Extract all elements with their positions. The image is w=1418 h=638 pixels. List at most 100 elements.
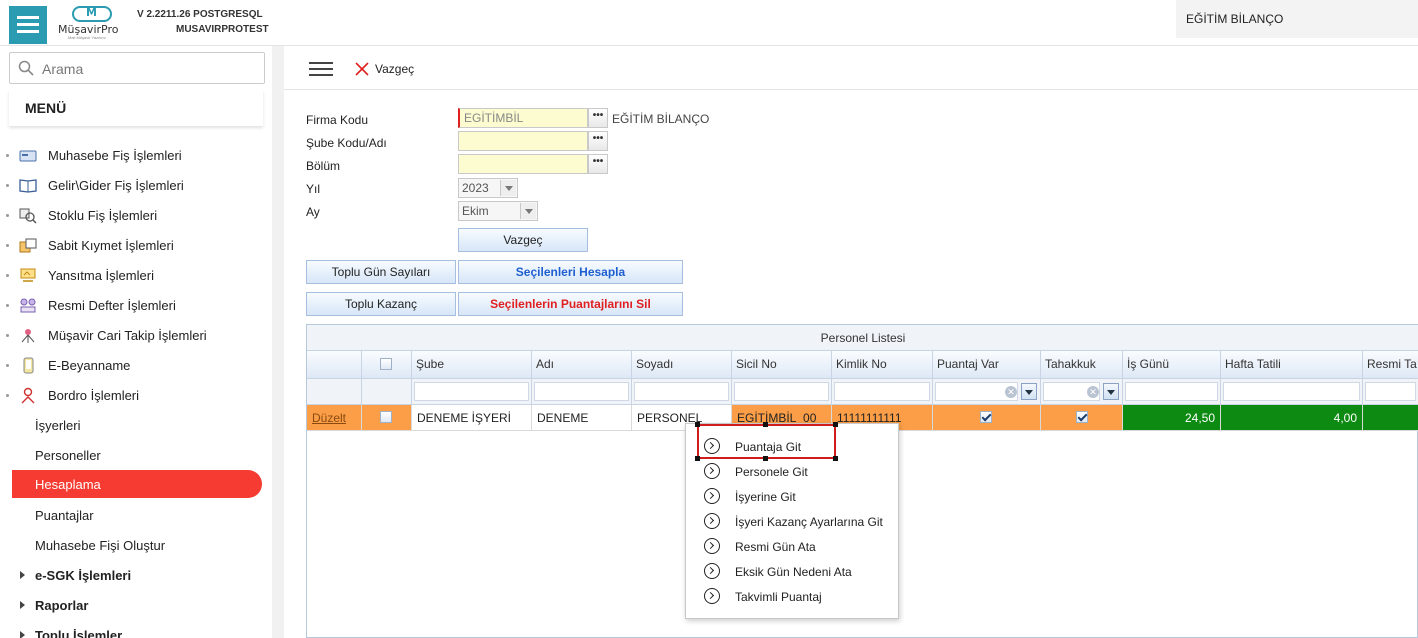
puantaj-var-checkbox[interactable] xyxy=(980,411,992,423)
search-input[interactable] xyxy=(42,59,252,79)
clear-filter-icon[interactable]: ✕ xyxy=(1005,386,1017,398)
ctx-item-personele-git[interactable]: Personele Git xyxy=(686,459,898,483)
sidebar-item-label: E-Beyanname xyxy=(48,358,131,373)
filter-dropdown-button[interactable] xyxy=(1021,383,1037,400)
grid-header-tahakkuk[interactable]: Tahakkuk xyxy=(1041,351,1123,379)
sidebar-group-raporlar[interactable]: Raporlar xyxy=(0,591,272,619)
filter-adi-input[interactable] xyxy=(534,382,629,401)
filter-soyadi-input[interactable] xyxy=(634,382,729,401)
ctx-item-isyeri-kazanc-ayarlari[interactable]: İşyeri Kazanç Ayarlarına Git xyxy=(686,509,898,533)
table-row-adi[interactable]: DENEME xyxy=(532,405,632,431)
sidebar-item-e-beyanname[interactable]: E-Beyanname xyxy=(0,352,272,380)
row-select-checkbox[interactable] xyxy=(380,411,392,423)
ctx-item-label: Personele Git xyxy=(735,465,808,479)
sidebar-subitem-personeller[interactable]: Personeller xyxy=(12,441,262,469)
grid-header-sicil-no[interactable]: Sicil No xyxy=(732,351,832,379)
sidebar-subitem-label: Hesaplama xyxy=(35,477,101,492)
network-icon xyxy=(21,329,35,343)
resize-handle xyxy=(833,422,838,427)
sidebar-group-toplu-islemler[interactable]: Toplu İşlemler xyxy=(0,621,272,638)
sidebar-item-muhasebe-fis[interactable]: Muhasebe Fiş İşlemleri xyxy=(0,142,272,170)
hamburger-icon-line xyxy=(17,30,39,33)
table-row-hafta-tatili[interactable]: 4,00 xyxy=(1221,405,1363,431)
sidebar-item-resmi-defter[interactable]: Resmi Defter İşlemleri xyxy=(0,292,272,320)
ay-select[interactable]: Ekim xyxy=(458,201,538,221)
filter-hafta-tatili-input[interactable] xyxy=(1223,382,1360,401)
sidebar-group-e-sgk[interactable]: e-SGK İşlemleri xyxy=(0,561,272,589)
secilenleri-hesapla-button[interactable]: Seçilenleri Hesapla xyxy=(458,260,683,284)
toplu-gun-sayilari-button[interactable]: Toplu Gün Sayıları xyxy=(306,260,456,284)
firma-kodu-lookup-button[interactable]: ••• xyxy=(588,108,608,128)
grid-header-sube[interactable]: Şube xyxy=(412,351,532,379)
bolum-lookup-button[interactable]: ••• xyxy=(588,154,608,174)
sidebar-item-bordro[interactable]: Bordro İşlemleri xyxy=(0,382,272,410)
ctx-item-eksik-gun-nedeni-ata[interactable]: Eksik Gün Nedeni Ata xyxy=(686,559,898,583)
grid-filter-adi xyxy=(532,379,632,405)
filter-sube-input[interactable] xyxy=(414,382,529,401)
sidebar-subitem-muhasebe-fisi-olustur[interactable]: Muhasebe Fişi Oluştur xyxy=(12,531,262,559)
version-label: V 2.2211.26 POSTGRESQL xyxy=(137,9,263,20)
duzelt-link[interactable]: Düzelt xyxy=(312,411,346,425)
firma-adi-text: EĞİTİM BİLANÇO xyxy=(612,112,710,126)
sube-lookup-button[interactable]: ••• xyxy=(588,131,608,151)
sube-label: Şube Kodu/Adı xyxy=(306,136,387,150)
caret-right-icon xyxy=(20,601,25,609)
grid-header-resmi-tatil[interactable]: Resmi Ta xyxy=(1363,351,1418,379)
secilenlerin-puantajlarini-sil-button[interactable]: Seçilenlerin Puantajlarını Sil xyxy=(458,292,683,316)
ctx-item-takvimli-puantaj[interactable]: Takvimli Puantaj xyxy=(686,584,898,608)
sidebar-item-gelir-gider[interactable]: Gelir\Gider Fiş İşlemleri xyxy=(0,172,272,200)
ctx-item-isyerine-git[interactable]: İşyerine Git xyxy=(686,484,898,508)
sidebar-item-stoklu-fis[interactable]: Stoklu Fiş İşlemleri xyxy=(0,202,272,230)
vazgec-button[interactable]: Vazgeç xyxy=(458,228,588,252)
resize-handle xyxy=(695,422,700,427)
sube-input[interactable] xyxy=(458,131,588,151)
firma-kodu-input[interactable]: EGİTİMBİL xyxy=(458,108,588,128)
sidebar-subitem-label: Puantajlar xyxy=(35,508,94,523)
sidebar-item-sabit-kiymet[interactable]: Sabit Kıymet İşlemleri xyxy=(0,232,272,260)
grid-filter-kimlik xyxy=(832,379,933,405)
table-row-sube[interactable]: DENEME İŞYERİ xyxy=(412,405,532,431)
grid-filter-edit xyxy=(307,379,362,405)
grid-header-puantaj-var[interactable]: Puantaj Var xyxy=(933,351,1041,379)
filter-kimlik-input[interactable] xyxy=(834,382,930,401)
sidebar-subitem-hesaplama[interactable]: Hesaplama xyxy=(12,470,262,498)
ay-value: Ekim xyxy=(462,204,489,218)
grid-header-soyadi[interactable]: Soyadı xyxy=(632,351,732,379)
filter-is-gunu-input[interactable] xyxy=(1125,382,1218,401)
yil-select[interactable]: 2023 xyxy=(458,178,518,198)
filter-sicil-input[interactable] xyxy=(734,382,829,401)
table-row-resmi-tatil[interactable] xyxy=(1363,405,1418,431)
sidebar-group-label: Raporlar xyxy=(35,598,89,613)
grid-header-is-gunu[interactable]: İş Günü xyxy=(1123,351,1221,379)
select-all-checkbox[interactable] xyxy=(380,358,392,370)
sidebar-subitem-puantajlar[interactable]: Puantajlar xyxy=(12,501,262,529)
sidebar-item-yansitma[interactable]: Yansıtma İşlemleri xyxy=(0,262,272,290)
sidebar-item-label: Resmi Defter İşlemleri xyxy=(48,298,176,313)
sidebar-subitem-isyerleri[interactable]: İşyerleri xyxy=(12,411,262,439)
grid-header-kimlik-no[interactable]: Kimlik No xyxy=(832,351,933,379)
chevron-down-icon xyxy=(500,180,516,196)
chevron-right-circle-icon xyxy=(704,488,720,504)
grid-filter-soyadi xyxy=(632,379,732,405)
toolbar: Vazgeç xyxy=(284,46,1418,90)
clear-filter-icon[interactable]: ✕ xyxy=(1087,386,1099,398)
toplu-kazanc-button[interactable]: Toplu Kazanç xyxy=(306,292,456,316)
grid-header-hafta-tatili[interactable]: Hafta Tatili xyxy=(1221,351,1363,379)
main-menu-toggle-button[interactable] xyxy=(9,6,47,44)
bullet-icon xyxy=(6,394,9,397)
grid-title: Personel Listesi xyxy=(307,325,1418,351)
table-row-is-gunu[interactable]: 24,50 xyxy=(1123,405,1221,431)
ledger-icon xyxy=(20,298,36,313)
tahakkuk-checkbox[interactable] xyxy=(1076,411,1088,423)
sidebar-item-musavir-cari[interactable]: Müşavir Cari Takip İşlemleri xyxy=(0,322,272,350)
resize-handle xyxy=(763,456,768,461)
filter-resmi-tatil-input[interactable] xyxy=(1365,382,1416,401)
filter-dropdown-button[interactable] xyxy=(1103,383,1119,400)
ctx-item-resmi-gun-ata[interactable]: Resmi Gün Ata xyxy=(686,534,898,558)
resize-handle xyxy=(695,456,700,461)
close-icon xyxy=(355,62,369,76)
bolum-input[interactable] xyxy=(458,154,588,174)
grid-filter-is-gunu xyxy=(1123,379,1221,405)
grid-header-adi[interactable]: Adı xyxy=(532,351,632,379)
toolbar-menu-icon[interactable] xyxy=(309,60,333,78)
